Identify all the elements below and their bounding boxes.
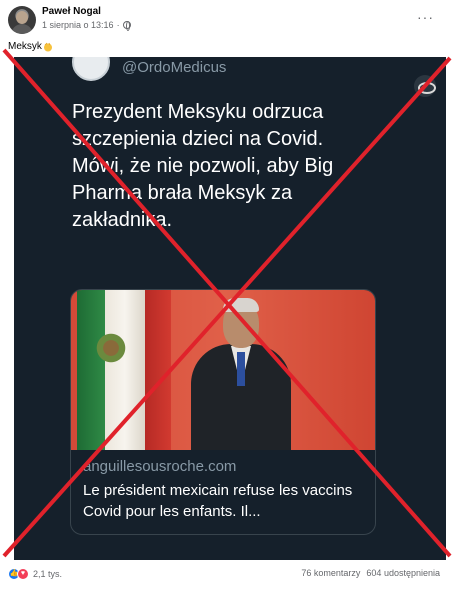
love-icon: ♥ [17,568,29,580]
flag-emblem [93,330,129,366]
post-image[interactable]: @OrdoMedicus Prezydent Meksyku odrzuca s… [0,57,456,560]
avatar-face [16,11,28,24]
globe-icon [122,21,131,31]
reaction-count[interactable]: 2,1 tys. [33,569,62,579]
person-tie [237,352,245,386]
flag-green-stripe [77,290,105,450]
shares-count[interactable]: 604 udostępnienia [366,568,440,578]
post-footer: 👍 ♥ 2,1 tys. 76 komentarzy 604 udostępni… [0,563,456,585]
clap-emoji-icon [43,42,52,51]
comments-count[interactable]: 76 komentarzy [301,568,360,578]
avatar[interactable] [8,6,36,34]
tweet-screenshot: @OrdoMedicus Prezydent Meksyku odrzuca s… [14,57,446,560]
meta-separator: · [116,20,120,30]
post-date[interactable]: 1 sierpnia o 13:16 [42,20,114,30]
card-domain: anguillesousroche.com [83,458,237,475]
post-text: Meksyk [8,41,53,52]
reactions[interactable]: 👍 ♥ 2,1 tys. [8,568,62,580]
eye-icon [414,75,436,97]
post-text-content: Meksyk [8,41,42,52]
tweet-avatar [72,57,110,81]
more-options-icon[interactable]: ··· [417,10,434,24]
flag-white-stripe [105,290,145,450]
post-stats: 76 komentarzy 604 udostępnienia [301,568,440,578]
post-meta: 1 sierpnia o 13:16 · [42,20,131,31]
flag-red-stripe [145,290,171,450]
person-hair [223,298,259,312]
avatar-body [11,24,33,34]
card-photo [71,290,375,450]
card-title: Le président mexicain refuse les vaccins… [83,482,353,520]
tweet-body: Prezydent Meksyku odrzuca szczepienia dz… [72,101,334,231]
author-name[interactable]: Paweł Nogal [42,6,101,17]
post-header: Paweł Nogal 1 sierpnia o 13:16 · ··· [0,0,456,38]
link-card: anguillesousroche.com Le président mexic… [70,289,376,535]
tweet-handle: @OrdoMedicus [122,59,227,76]
